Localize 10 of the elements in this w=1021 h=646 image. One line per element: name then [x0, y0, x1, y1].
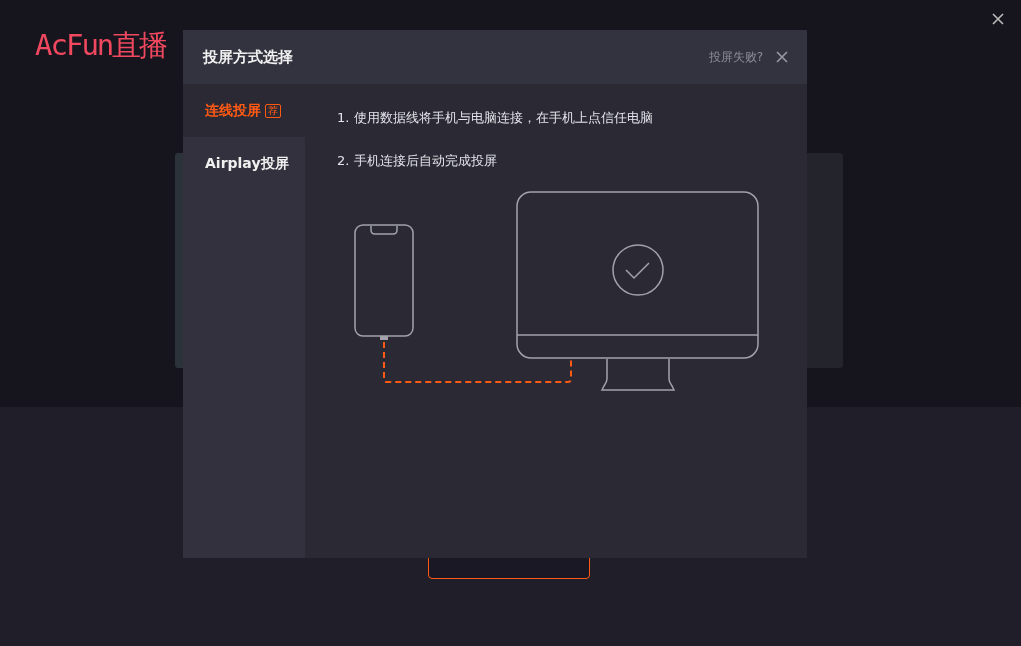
badge: 荐 [265, 103, 281, 118]
tab[interactable]: 连线投屏 荐 [183, 84, 305, 137]
phone-icon [354, 224, 414, 340]
app-logo: AcFun直播 [35, 27, 167, 64]
instruction-text: 1. 使用数据线将手机与电脑连接，在手机上点信任电脑 [337, 109, 654, 127]
instruction-text: 2. 手机连接后自动完成投屏 [337, 152, 498, 170]
check-icon [612, 244, 664, 296]
dialog-title: 投屏方式选择 [203, 47, 294, 67]
help-link[interactable]: 投屏失败? [708, 48, 763, 66]
monitor-icon [516, 191, 759, 391]
